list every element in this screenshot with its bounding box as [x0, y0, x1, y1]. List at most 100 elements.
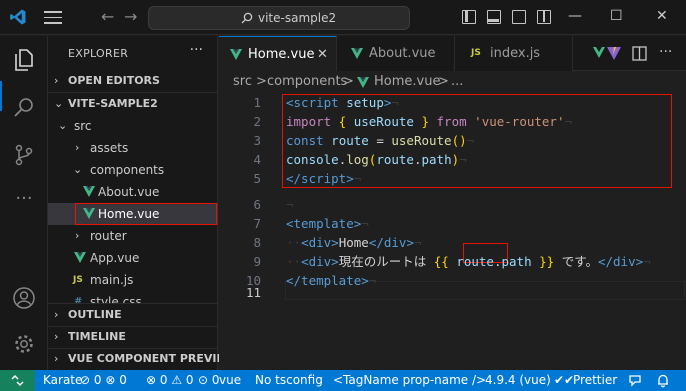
- customize-layout-icon[interactable]: [537, 10, 551, 24]
- line-number: 3: [253, 133, 261, 148]
- more-actions-icon[interactable]: ···: [659, 44, 672, 60]
- vue-file-icon: [74, 252, 86, 263]
- prettier-check-icon: ✔✔: [554, 373, 575, 387]
- tab-home-vue[interactable]: Home.vue ✕: [219, 36, 337, 71]
- explorer-icon[interactable]: [12, 48, 36, 72]
- forward-arrow-icon[interactable]: →: [124, 9, 137, 25]
- vite-icon[interactable]: [606, 45, 622, 61]
- section-open-editors[interactable]: › OPEN EDITORS: [48, 70, 218, 92]
- search-text: vite-sample2: [258, 11, 337, 25]
- tree-item-src[interactable]: ⌄ src: [48, 115, 218, 137]
- code-line: <template>¬: [286, 216, 369, 231]
- breadcrumb-home-vue[interactable]: Home.vue: [374, 71, 440, 93]
- activity-bar: ···: [0, 36, 48, 370]
- title-bar: ← → vite-sample2 — ☐ ✕: [0, 0, 686, 35]
- remote-icon: [11, 374, 24, 387]
- tree-item-app-vue[interactable]: App.vue: [48, 247, 218, 269]
- language-mode[interactable]: vue: [219, 370, 241, 391]
- split-editor-icon[interactable]: [632, 46, 647, 61]
- vue-file-icon: [351, 48, 363, 59]
- toggle-panel-icon[interactable]: [487, 10, 501, 24]
- close-icon[interactable]: ✕: [656, 9, 668, 23]
- chevron-down-icon: ⌄: [73, 163, 83, 176]
- command-center-search[interactable]: vite-sample2: [148, 6, 410, 30]
- line-number: 2: [253, 114, 261, 129]
- section-timeline[interactable]: › TIMELINE: [48, 326, 218, 348]
- bell-icon[interactable]: [656, 373, 670, 388]
- vue-file-icon: [593, 47, 605, 58]
- tree-item-about-vue[interactable]: About.vue: [48, 181, 218, 203]
- line-number: 1: [253, 95, 261, 110]
- prettier-status[interactable]: Prettier: [573, 370, 617, 391]
- problems-status[interactable]: ⊗ 0 ⚠ 0: [146, 370, 194, 391]
- chevron-down-icon: ⌄: [58, 119, 68, 132]
- breadcrumb-separator: >: [256, 74, 267, 89]
- breadcrumb-components[interactable]: components: [267, 71, 347, 93]
- toggle-sidebar-icon[interactable]: [462, 10, 476, 24]
- more-icon[interactable]: ···: [12, 188, 36, 212]
- tree-item-components[interactable]: ⌄ components: [48, 159, 218, 181]
- tree-item-router[interactable]: › router: [48, 225, 218, 247]
- breadcrumb-src[interactable]: src: [233, 71, 252, 93]
- tree-item-main-js[interactable]: JS main.js: [48, 269, 218, 291]
- vscode-logo-icon: [10, 9, 26, 25]
- tree-item-assets[interactable]: › assets: [48, 137, 218, 159]
- source-control-icon[interactable]: [12, 143, 36, 167]
- editor-tabs: Home.vue ✕ About.vue JS index.js ···: [219, 36, 686, 71]
- code-line: ¬: [286, 197, 294, 212]
- close-tab-icon[interactable]: ✕: [317, 37, 328, 72]
- section-project[interactable]: ⌄ VITE-SAMPLE2: [48, 93, 218, 115]
- vue-file-icon: [83, 186, 95, 197]
- account-icon[interactable]: [12, 286, 36, 310]
- maximize-icon[interactable]: ☐: [610, 9, 623, 23]
- search-icon: [241, 12, 253, 24]
- minimize-icon[interactable]: —: [568, 9, 582, 23]
- toggle-secondary-sidebar-icon[interactable]: [512, 10, 526, 24]
- current-line-number: 11: [245, 285, 261, 300]
- version-status[interactable]: 4.9.4 (vue): [485, 370, 551, 391]
- karate-status[interactable]: Karate: [43, 370, 82, 391]
- js-file-icon: JS: [73, 275, 83, 285]
- code-line: ··<div>Home</div>¬: [286, 235, 422, 250]
- ports-status[interactable]: ⊙ 0: [198, 370, 220, 391]
- vue-file-icon: [357, 77, 369, 88]
- section-vue-component-preview[interactable]: › VUE COMPONENT PREVIEW: [48, 348, 236, 370]
- line-number: 6: [253, 197, 261, 212]
- menu-icon[interactable]: [44, 11, 62, 24]
- chevron-right-icon: ›: [54, 74, 59, 87]
- line-number: 8: [253, 235, 261, 250]
- feedback-icon[interactable]: [628, 374, 642, 387]
- chevron-right-icon: ›: [54, 352, 59, 365]
- code-line: <script setup>¬: [286, 95, 399, 110]
- breadcrumb-separator: >: [343, 74, 354, 89]
- breadcrumb: src > components > Home.vue > ...: [219, 71, 686, 93]
- js-file-icon: JS: [471, 48, 481, 58]
- manage-gear-icon[interactable]: [12, 332, 36, 356]
- vue-file-icon: [230, 49, 242, 60]
- chevron-right-icon: ›: [54, 308, 59, 321]
- karate-counts[interactable]: ⊘ 0 ⊗ 0: [80, 370, 127, 391]
- active-indicator: [0, 81, 2, 111]
- chevron-down-icon: ⌄: [54, 97, 64, 110]
- chevron-right-icon: ›: [54, 330, 59, 343]
- status-bar: Karate ⊘ 0 ⊗ 0 ⊗ 0 ⚠ 0 ⊙ 0 vue No tsconf…: [0, 370, 686, 391]
- section-outline[interactable]: › OUTLINE: [48, 304, 218, 326]
- tagname-status[interactable]: <TagName prop-name />: [333, 370, 486, 391]
- code-line: ··<div>現在のルートは {{ route.path }} です。</div…: [286, 254, 651, 269]
- remote-indicator[interactable]: [0, 370, 35, 391]
- search-icon[interactable]: [12, 95, 36, 119]
- back-arrow-icon[interactable]: ←: [101, 9, 114, 25]
- line-number: 5: [253, 171, 261, 186]
- tree-item-style-css[interactable]: # style.css: [48, 291, 218, 303]
- sidebar-title: EXPLORER: [68, 47, 129, 60]
- selection-highlight-box: [75, 203, 217, 225]
- sidebar-more-button[interactable]: ···: [190, 42, 203, 58]
- tsconfig-status[interactable]: No tsconfig: [255, 370, 323, 391]
- breadcrumb-ellipsis[interactable]: ...: [451, 71, 463, 93]
- tab-index-js[interactable]: JS index.js: [455, 36, 573, 71]
- code-line: import { useRoute } from 'vue-router'¬: [286, 114, 573, 129]
- breadcrumb-separator: >: [438, 74, 449, 89]
- tab-about-vue[interactable]: About.vue: [337, 36, 455, 71]
- code-editor[interactable]: 1 2 3 4 5 6 7 8 9 10 11 <script setup>¬ …: [219, 93, 686, 370]
- chevron-right-icon: ›: [75, 229, 80, 242]
